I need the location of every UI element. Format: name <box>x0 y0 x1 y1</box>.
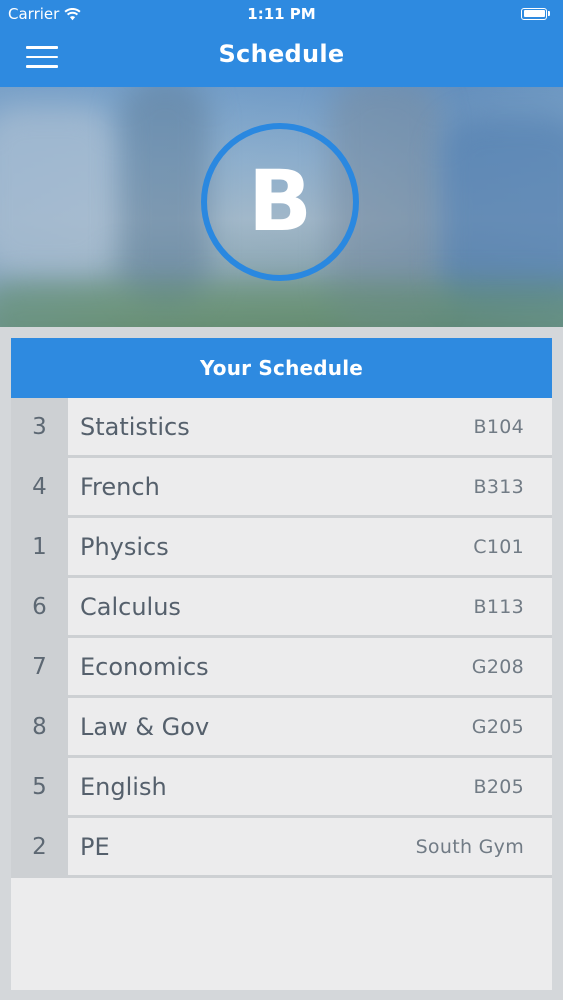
room-number: C101 <box>473 535 524 558</box>
class-name: Law & Gov <box>80 712 210 741</box>
class-name: English <box>80 772 167 801</box>
school-banner-image: B <box>0 87 563 327</box>
top-bar: Carrier 1:11 PM Schedule <box>0 0 563 87</box>
nav-bar: Schedule <box>0 28 563 87</box>
schedule-row[interactable]: 5 English B205 <box>11 758 552 818</box>
period-number: 8 <box>11 698 68 755</box>
class-name: PE <box>80 832 110 861</box>
room-number: South Gym <box>415 835 524 858</box>
room-number: B205 <box>473 775 524 798</box>
schedule-row[interactable]: 4 French B313 <box>11 458 552 518</box>
battery-icon <box>521 6 553 21</box>
period-number: 6 <box>11 578 68 635</box>
class-name: Economics <box>80 652 209 681</box>
schedule-row[interactable]: 2 PE South Gym <box>11 818 552 878</box>
schedule-row[interactable]: 7 Economics G208 <box>11 638 552 698</box>
status-time: 1:11 PM <box>247 5 316 23</box>
schedule-row[interactable]: 1 Physics C101 <box>11 518 552 578</box>
class-name: French <box>80 472 160 501</box>
page-title: Schedule <box>218 40 345 68</box>
room-number: B104 <box>473 415 524 438</box>
room-number: G208 <box>471 655 524 678</box>
period-number: 3 <box>11 398 68 455</box>
schedule-list: 3 Statistics B104 4 French B313 1 Physic… <box>11 398 552 878</box>
class-name: Statistics <box>80 412 190 441</box>
schedule-panel: Your Schedule 3 Statistics B104 4 French… <box>11 338 552 990</box>
period-number: 7 <box>11 638 68 695</box>
schedule-row[interactable]: 8 Law & Gov G205 <box>11 698 552 758</box>
status-bar: Carrier 1:11 PM <box>0 0 563 28</box>
schedule-header: Your Schedule <box>11 338 552 398</box>
class-name: Calculus <box>80 592 181 621</box>
period-number: 1 <box>11 518 68 575</box>
class-name: Physics <box>80 532 169 561</box>
room-number: B113 <box>473 595 524 618</box>
period-number: 2 <box>11 818 68 875</box>
period-number: 4 <box>11 458 68 515</box>
school-logo-letter: B <box>247 152 313 250</box>
school-logo: B <box>201 123 359 281</box>
schedule-row[interactable]: 6 Calculus B113 <box>11 578 552 638</box>
schedule-row[interactable]: 3 Statistics B104 <box>11 398 552 458</box>
period-number: 5 <box>11 758 68 815</box>
room-number: G205 <box>471 715 524 738</box>
room-number: B313 <box>473 475 524 498</box>
